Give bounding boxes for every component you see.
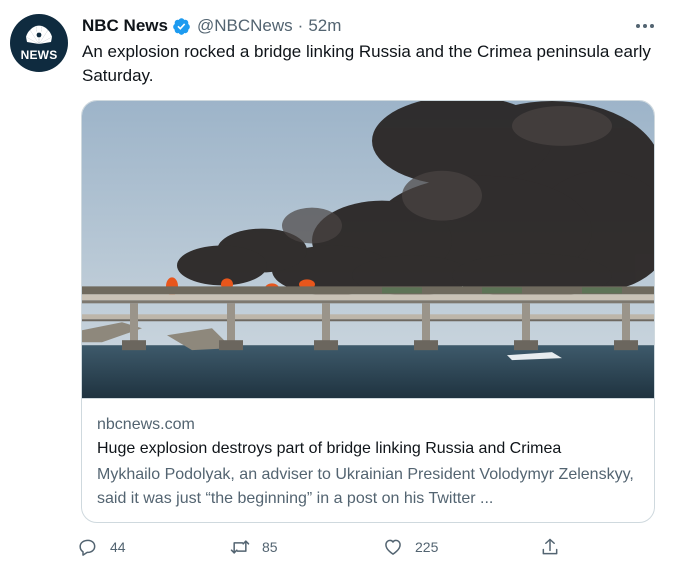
like-icon bbox=[385, 539, 401, 555]
retweet-icon bbox=[230, 540, 250, 554]
card-title: Huge explosion destroys part of bridge l… bbox=[97, 440, 562, 457]
reply-button[interactable]: 44 bbox=[78, 532, 126, 562]
tweet-actions: 44 85 225 bbox=[78, 532, 578, 562]
avatar-text: NEWS bbox=[20, 48, 58, 62]
retweet-button[interactable]: 85 bbox=[230, 532, 278, 562]
display-name[interactable]: NBC News bbox=[82, 16, 168, 36]
verified-badge-icon bbox=[173, 17, 190, 35]
share-button[interactable] bbox=[540, 532, 560, 562]
share-icon bbox=[542, 538, 558, 555]
tweet[interactable]: NEWS NBC News @NBCNews · 52m An explosio… bbox=[0, 0, 700, 567]
tweet-header: NBC News @NBCNews · 52m bbox=[82, 14, 341, 38]
link-card[interactable]: nbcnews.com Huge explosion destroys part… bbox=[81, 100, 655, 523]
card-description: Mykhailo Podolyak, an adviser to Ukraini… bbox=[97, 466, 634, 507]
more-icon[interactable] bbox=[634, 15, 656, 37]
card-domain: nbcnews.com bbox=[97, 416, 195, 433]
like-count: 225 bbox=[415, 539, 439, 555]
tweet-text: An explosion rocked a bridge linking Rus… bbox=[82, 42, 651, 85]
bridge-explosion-image bbox=[82, 101, 654, 399]
timestamp[interactable]: 52m bbox=[308, 16, 341, 36]
card-body[interactable]: nbcnews.com Huge explosion destroys part… bbox=[82, 399, 654, 522]
reply-icon bbox=[79, 539, 96, 556]
reply-count: 44 bbox=[110, 539, 126, 555]
like-button[interactable]: 225 bbox=[383, 532, 438, 562]
peacock-logo-icon bbox=[26, 25, 52, 45]
handle[interactable]: @NBCNews bbox=[197, 16, 293, 36]
separator-dot: · bbox=[297, 16, 304, 35]
retweet-count: 85 bbox=[262, 539, 278, 555]
avatar[interactable]: NEWS bbox=[10, 14, 68, 72]
